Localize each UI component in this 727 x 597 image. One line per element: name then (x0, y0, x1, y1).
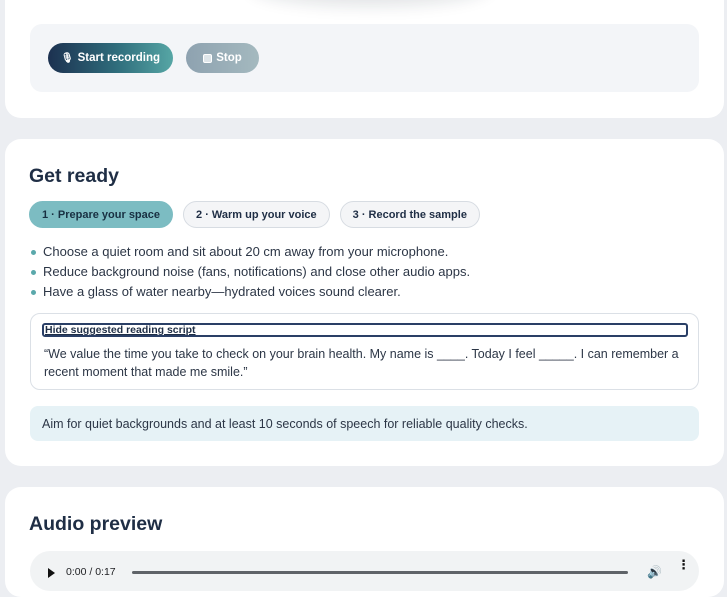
step-tabs: 1 · Prepare your space 2 · Warm up your … (29, 201, 480, 228)
start-recording-button[interactable]: 🎙 Start recording (48, 43, 173, 73)
time-display: 0:00 / 0:17 (66, 566, 116, 578)
tip-item: Have a glass of water nearby—hydrated vo… (31, 282, 470, 302)
reading-script-box: Hide suggested reading script “We value … (30, 313, 699, 390)
tip-item: Reduce background noise (fans, notificat… (31, 262, 470, 282)
hide-script-toggle[interactable]: Hide suggested reading script (42, 323, 688, 337)
get-ready-title: Get ready (29, 165, 119, 187)
quality-note: Aim for quiet backgrounds and at least 1… (30, 406, 699, 441)
stop-button[interactable]: Stop (186, 43, 259, 73)
reading-script-text: “We value the time you take to check on … (44, 347, 679, 379)
recording-controls: 🎙 Start recording Stop (30, 24, 699, 92)
get-ready-card: Get ready 1 · Prepare your space 2 · War… (5, 139, 724, 466)
play-icon[interactable] (48, 568, 55, 578)
microphone-icon: 🎙 (60, 52, 74, 64)
preparation-tips: Choose a quiet room and sit about 20 cm … (31, 242, 470, 302)
volume-icon[interactable]: 🔊 (647, 565, 662, 579)
start-recording-label: Start recording (77, 52, 161, 64)
audio-preview-card: Audio preview 0:00 / 0:17 🔊 ⋮ (5, 487, 724, 597)
step-warm-up-voice[interactable]: 2 · Warm up your voice (183, 201, 330, 228)
audio-preview-title: Audio preview (29, 513, 163, 535)
recording-card: 🎙 Start recording Stop (5, 0, 724, 118)
audio-player: 0:00 / 0:17 🔊 ⋮ (30, 551, 699, 591)
stop-icon (203, 53, 213, 63)
step-record-sample[interactable]: 3 · Record the sample (339, 201, 480, 228)
step-prepare-space[interactable]: 1 · Prepare your space (29, 201, 174, 228)
stop-label: Stop (216, 52, 242, 64)
tip-item: Choose a quiet room and sit about 20 cm … (31, 242, 470, 262)
more-options-icon[interactable]: ⋮ (677, 558, 690, 571)
